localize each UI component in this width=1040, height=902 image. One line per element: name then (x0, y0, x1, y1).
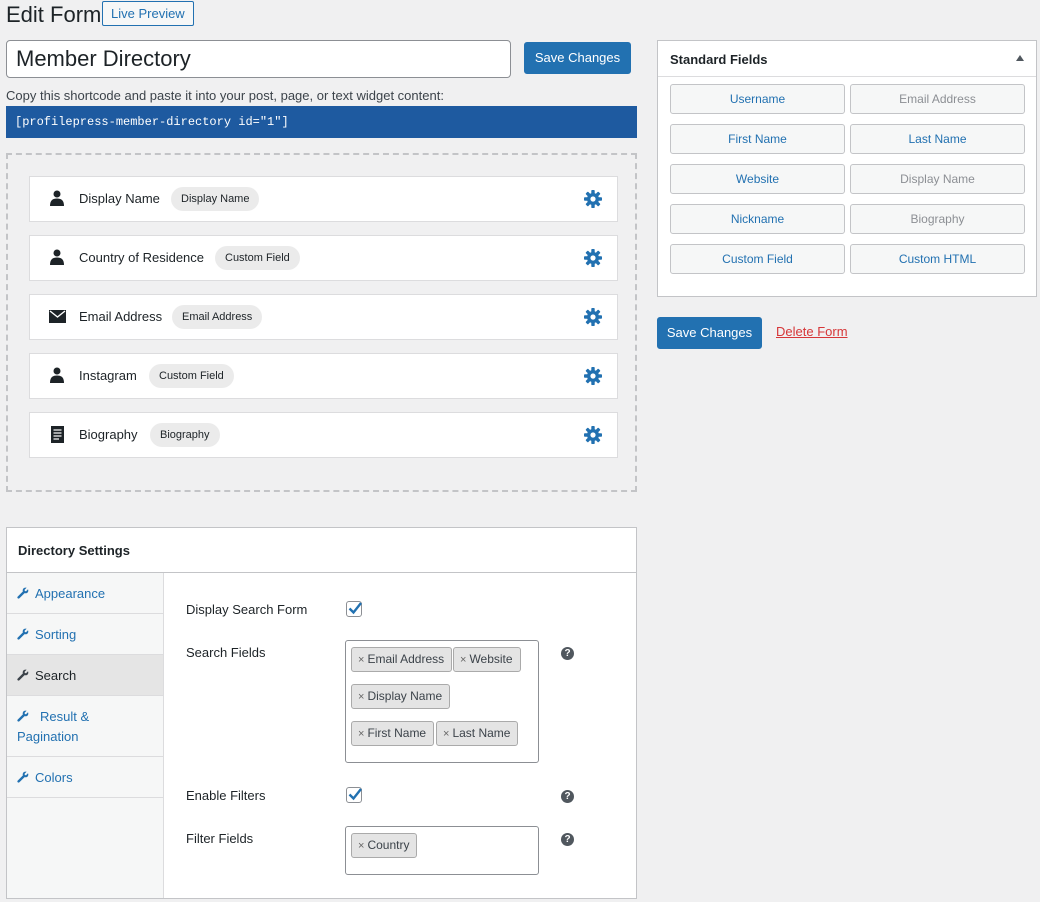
tab-label: Colors (35, 770, 73, 785)
directory-settings-title: Directory Settings (18, 543, 130, 558)
chip-label: Website (469, 652, 513, 666)
checkmark-icon (348, 788, 362, 801)
gear-icon[interactable] (583, 248, 603, 268)
field-label: Email Address (79, 309, 163, 324)
chip-label: Last Name (452, 726, 511, 740)
gear-icon[interactable] (583, 425, 603, 445)
display-search-form-checkbox[interactable] (346, 601, 362, 617)
std-field-username[interactable]: Username (670, 84, 845, 114)
chip-label: Country (367, 838, 410, 852)
search-fields-select[interactable]: × Email Address × Website × Display Name × F… (345, 640, 539, 763)
collapse-arrow-icon[interactable] (1016, 55, 1024, 61)
field-label: Display Name (79, 191, 160, 206)
help-icon[interactable]: ? (561, 647, 574, 660)
remove-icon[interactable]: × (358, 654, 364, 666)
field-row-display-name[interactable]: Display Name Display Name (29, 176, 618, 222)
search-field-chip[interactable]: × Last Name (436, 721, 519, 746)
std-field-nickname[interactable]: Nickname (670, 204, 845, 234)
live-preview-button[interactable]: Live Preview (102, 1, 194, 26)
std-field-biography[interactable]: Biography (850, 204, 1025, 234)
tab-result-pagination[interactable]: Result & Pagination (7, 696, 163, 757)
field-row-country[interactable]: Country of Residence Custom Field (29, 235, 618, 281)
chip-label: First Name (367, 726, 427, 740)
help-icon[interactable]: ? (561, 833, 574, 846)
field-row-email[interactable]: Email Address Email Address (29, 294, 618, 340)
directory-settings-panel: Directory Settings Appearance Sorting Se… (6, 527, 637, 899)
gear-icon[interactable] (583, 189, 603, 209)
save-changes-side-button[interactable]: Save Changes (657, 317, 762, 349)
standard-fields-header[interactable]: Standard Fields (658, 41, 1036, 77)
filter-fields-label: Filter Fields (186, 831, 254, 846)
remove-icon[interactable]: × (358, 840, 364, 852)
std-field-website[interactable]: Website (670, 164, 845, 194)
gear-icon[interactable] (583, 366, 603, 386)
remove-icon[interactable]: × (460, 654, 466, 666)
directory-settings-header: Directory Settings (7, 528, 636, 573)
shortcode-hint: Copy this shortcode and paste it into yo… (6, 88, 444, 103)
help-icon[interactable]: ? (561, 790, 574, 803)
field-row-instagram[interactable]: Instagram Custom Field (29, 353, 618, 399)
std-field-display-name[interactable]: Display Name (850, 164, 1025, 194)
standard-fields-title: Standard Fields (670, 52, 768, 67)
wrench-icon (17, 758, 29, 783)
shortcode-box[interactable]: [profilepress-member-directory id="1"] (6, 106, 637, 138)
filter-fields-select[interactable]: × Country (345, 826, 539, 875)
user-icon (48, 189, 66, 207)
tab-label: Search (35, 668, 77, 683)
chip-label: Email Address (367, 652, 445, 666)
tab-label: Sorting (35, 627, 77, 642)
gear-icon[interactable] (583, 307, 603, 327)
tab-appearance[interactable]: Appearance (7, 573, 163, 614)
search-field-chip[interactable]: × Display Name (351, 684, 451, 709)
remove-icon[interactable]: × (358, 728, 364, 740)
std-field-last-name[interactable]: Last Name (850, 124, 1025, 154)
remove-icon[interactable]: × (443, 728, 449, 740)
field-type-badge: Custom Field (215, 246, 300, 270)
field-type-badge: Display Name (171, 187, 260, 211)
std-field-email-address[interactable]: Email Address (850, 84, 1025, 114)
form-fields-dropzone[interactable]: Display Name Display Name Country of Res… (6, 153, 637, 492)
field-label: Biography (79, 427, 138, 442)
tab-label: Appearance (35, 586, 106, 601)
enable-filters-checkbox[interactable] (346, 787, 362, 803)
form-title-input[interactable]: Member Directory (6, 40, 511, 78)
wrench-icon (17, 708, 29, 722)
field-label: Instagram (79, 368, 137, 383)
search-field-chip[interactable]: × Email Address (351, 647, 453, 672)
tab-search[interactable]: Search (7, 655, 163, 696)
remove-icon[interactable]: × (358, 691, 364, 703)
search-field-chip[interactable]: × First Name (351, 721, 435, 746)
std-field-custom-field[interactable]: Custom Field (670, 244, 845, 274)
delete-form-link[interactable]: Delete Form (776, 324, 848, 339)
std-field-custom-html[interactable]: Custom HTML (850, 244, 1025, 274)
standard-fields-panel: Standard Fields Username Email Address F… (657, 40, 1037, 297)
page-title: Edit Form (6, 2, 102, 27)
tab-sorting[interactable]: Sorting (7, 614, 163, 655)
checkmark-icon (348, 602, 362, 615)
enable-filters-label: Enable Filters (186, 788, 266, 803)
field-type-badge: Email Address (172, 305, 263, 329)
search-fields-label: Search Fields (186, 645, 266, 660)
display-search-form-label: Display Search Form (186, 602, 308, 617)
chip-label: Display Name (367, 689, 443, 703)
wrench-icon (17, 656, 29, 681)
field-label: Country of Residence (79, 250, 205, 265)
search-field-chip[interactable]: × Website (453, 647, 521, 672)
save-changes-button[interactable]: Save Changes (524, 42, 631, 74)
tab-colors[interactable]: Colors (7, 757, 163, 798)
user-icon (48, 366, 66, 384)
field-type-badge: Custom Field (149, 364, 234, 388)
std-field-first-name[interactable]: First Name (670, 124, 845, 154)
wrench-icon (17, 574, 29, 599)
document-icon (48, 425, 66, 443)
field-type-badge: Biography (150, 423, 220, 447)
wrench-icon (17, 615, 29, 640)
field-row-biography[interactable]: Biography Biography (29, 412, 618, 458)
envelope-icon (48, 307, 66, 325)
filter-field-chip[interactable]: × Country (351, 833, 418, 858)
settings-tabs: Appearance Sorting Search Result & Pagin… (7, 573, 164, 898)
user-icon (48, 248, 66, 266)
